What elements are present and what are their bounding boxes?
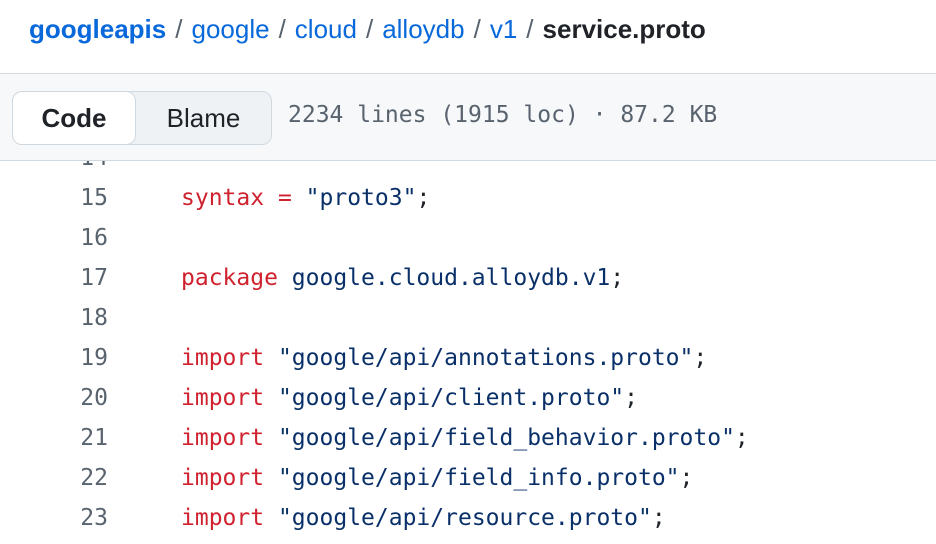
- code-text: import "google/api/field_info.proto";: [181, 465, 693, 491]
- line-number[interactable]: 15: [0, 185, 108, 211]
- breadcrumb-link-google[interactable]: google: [191, 14, 269, 45]
- code-line: 16: [0, 218, 936, 258]
- line-number[interactable]: 20: [0, 385, 108, 411]
- code-punctuation: ;: [734, 425, 749, 451]
- code-line: 21 import "google/api/field_behavior.prot…: [0, 418, 936, 458]
- breadcrumb-separator: /: [175, 13, 183, 44]
- breadcrumb-separator: /: [365, 13, 374, 44]
- line-number[interactable]: 19: [0, 345, 108, 371]
- breadcrumb-link-alloydb[interactable]: alloydb: [382, 14, 464, 45]
- code-string: "google/api/annotations.proto": [277, 345, 694, 371]
- line-number[interactable]: 14: [0, 161, 108, 171]
- code-punctuation: ;: [679, 465, 694, 491]
- code-line: 20 import "google/api/client.proto";: [0, 378, 936, 418]
- code-punctuation: ;: [610, 265, 625, 291]
- code-string: "proto3": [305, 185, 417, 211]
- file-toolbar: Code Blame 2234 lines (1915 loc) · 87.2 …: [0, 73, 936, 161]
- code-punctuation: ;: [624, 385, 638, 411]
- code-string: "google/api/resource.proto": [277, 505, 652, 531]
- code-text: import "google/api/resource.proto";: [181, 505, 666, 531]
- code-keyword: import: [181, 345, 265, 371]
- code-punctuation: ;: [416, 185, 431, 211]
- blame-view-button[interactable]: Blame: [136, 92, 271, 144]
- line-number[interactable]: 16: [0, 225, 108, 251]
- line-number[interactable]: 17: [0, 265, 108, 291]
- breadcrumb-link-v1[interactable]: v1: [490, 14, 517, 45]
- code-text: import "google/api/field_behavior.proto"…: [181, 425, 749, 451]
- file-info-text: 2234 lines (1915 loc) · 87.2 KB: [288, 102, 718, 128]
- code-keyword: package: [181, 265, 278, 291]
- code-string: "google/api/field_behavior.proto": [277, 425, 735, 451]
- code-string: "google/api/client.proto": [277, 385, 625, 411]
- code-text: import "google/api/client.proto";: [181, 385, 638, 411]
- code-keyword: import: [181, 505, 265, 531]
- code-text: package google.cloud.alloydb.v1;: [181, 265, 624, 291]
- code-keyword: import: [181, 385, 265, 411]
- code-keyword: syntax: [181, 185, 265, 211]
- breadcrumb-separator: /: [473, 13, 481, 44]
- code-view: 14 15 syntax = "proto3"; 16 17 package google…: [0, 161, 936, 544]
- code-line: 14: [0, 161, 936, 178]
- line-number[interactable]: 23: [0, 505, 108, 531]
- breadcrumb-link-googleapis[interactable]: googleapis: [29, 14, 166, 45]
- line-number[interactable]: 18: [0, 305, 108, 331]
- code-string: "google/api/field_info.proto": [277, 465, 680, 491]
- breadcrumb-separator: /: [278, 13, 286, 44]
- breadcrumb: googleapis / google / cloud / alloydb / …: [29, 10, 706, 48]
- code-line: 22 import "google/api/field_info.proto";: [0, 458, 936, 498]
- code-line: 15 syntax = "proto3";: [0, 178, 936, 218]
- code-keyword: import: [181, 465, 265, 491]
- code-line: 18: [0, 298, 936, 338]
- line-number[interactable]: 21: [0, 425, 108, 451]
- view-mode-toggle: Code Blame: [12, 91, 272, 145]
- code-text: syntax = "proto3";: [181, 185, 430, 211]
- code-line: 19 import "google/api/annotations.proto";: [0, 338, 936, 378]
- code-operator: =: [277, 185, 292, 211]
- breadcrumb-separator: /: [526, 13, 534, 44]
- code-punctuation: ;: [651, 505, 666, 531]
- breadcrumb-link-cloud[interactable]: cloud: [295, 14, 357, 45]
- code-punctuation: ;: [693, 345, 708, 371]
- code-line: 23 import "google/api/resource.proto";: [0, 498, 936, 538]
- code-text: import "google/api/annotations.proto";: [181, 345, 707, 371]
- code-keyword: import: [181, 425, 265, 451]
- code-view-button[interactable]: Code: [12, 91, 136, 145]
- code-string: google.cloud.alloydb.v1: [291, 265, 611, 291]
- breadcrumb-current-file: service.proto: [542, 13, 706, 44]
- code-line: 17 package google.cloud.alloydb.v1;: [0, 258, 936, 298]
- line-number[interactable]: 22: [0, 465, 108, 491]
